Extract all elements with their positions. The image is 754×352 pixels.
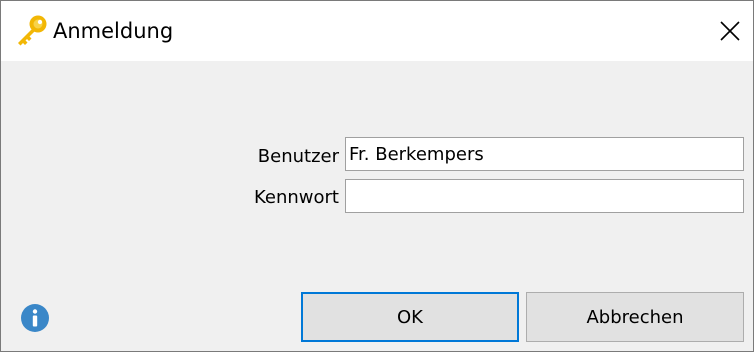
key-icon <box>18 15 47 46</box>
window-title: Anmeldung <box>53 19 174 43</box>
close-icon <box>720 21 740 41</box>
close-button[interactable] <box>707 1 753 61</box>
ok-button[interactable]: OK <box>301 292 519 342</box>
cancel-button[interactable]: Abbrechen <box>526 292 744 342</box>
title-bar: Anmeldung <box>1 1 753 61</box>
login-dialog: Anmeldung Benutzer Kennwort OK Abbrechen <box>0 0 754 352</box>
user-label: Benutzer <box>257 146 339 167</box>
user-input[interactable] <box>345 137 744 171</box>
info-icon[interactable] <box>20 303 50 333</box>
password-input[interactable] <box>345 179 744 213</box>
password-label: Kennwort <box>254 187 339 208</box>
